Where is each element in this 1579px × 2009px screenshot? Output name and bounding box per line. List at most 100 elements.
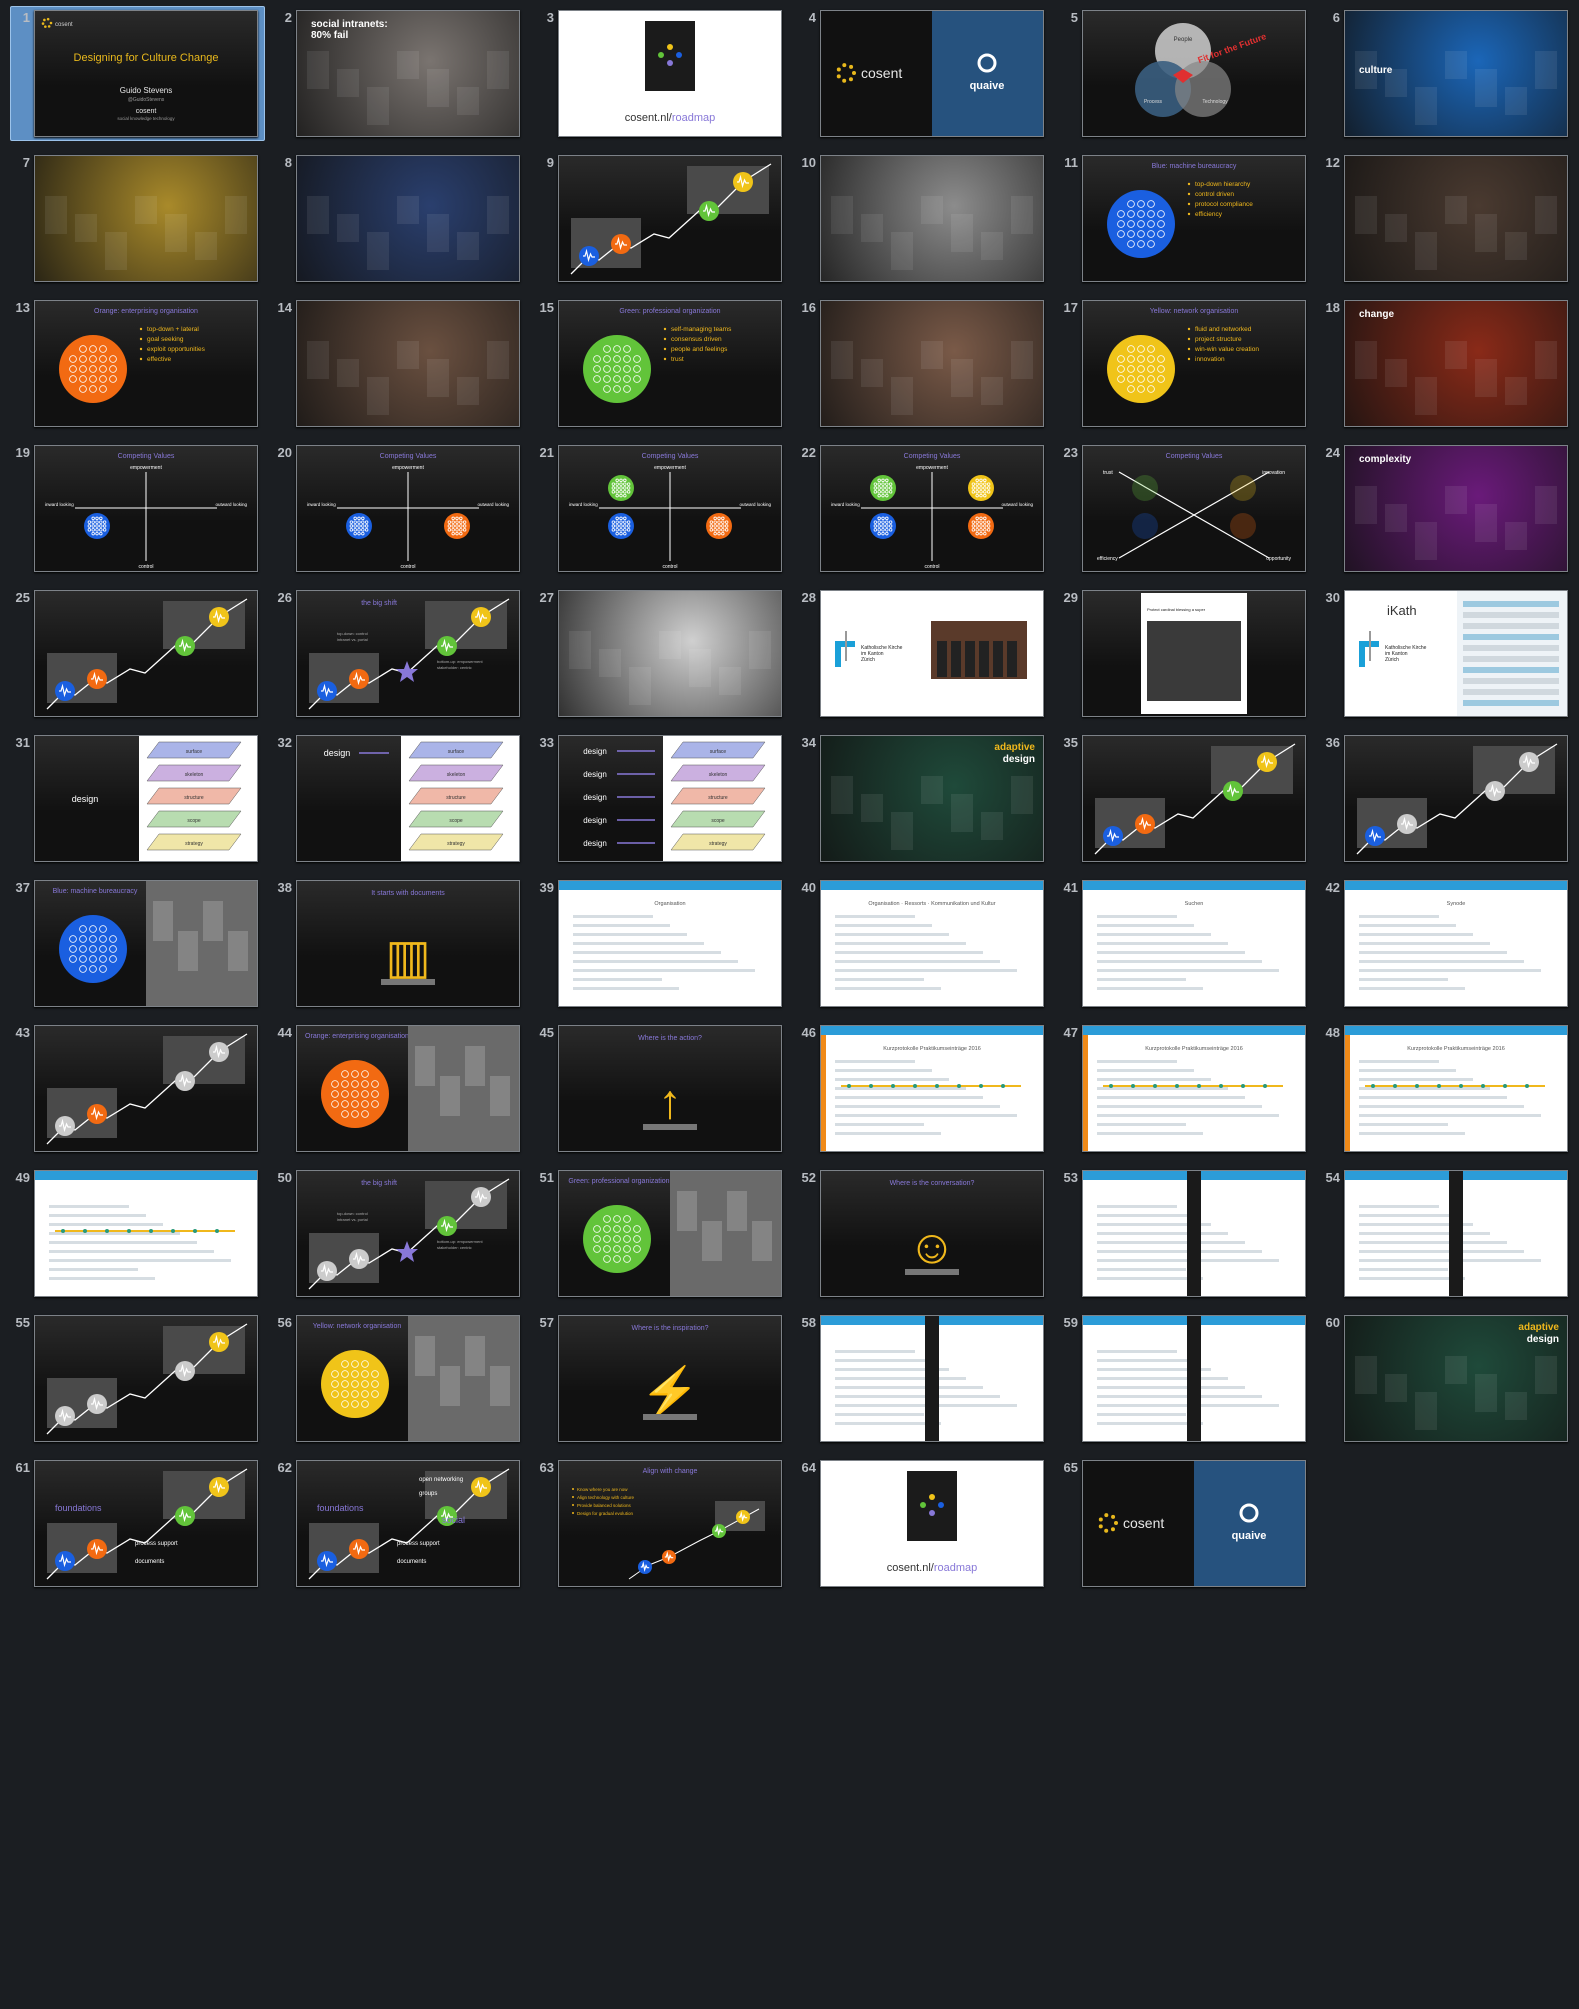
slide-thumbnail[interactable]: 11 Blue: machine bureaucracy top-down hier… (1048, 145, 1310, 290)
slide-thumbnail[interactable]: 27 (524, 580, 786, 725)
slide-preview[interactable]: Where is the action? ↑ (558, 1025, 782, 1152)
slide-thumbnail[interactable]: 16 (786, 290, 1048, 435)
slide-thumbnail[interactable]: 2 social intranets: 80% fail (262, 0, 524, 145)
slide-preview[interactable]: Orange: enterprising organisation top-dow… (34, 300, 258, 427)
slide-thumbnail[interactable]: 55 (0, 1305, 262, 1450)
slide-thumbnail[interactable]: 8 (262, 145, 524, 290)
slide-preview[interactable]: It starts with documents ▥ (296, 880, 520, 1007)
slide-preview[interactable]: surface skeleton structure scope strategy des… (296, 735, 520, 862)
slide-thumbnail[interactable]: 9 (524, 145, 786, 290)
slide-preview[interactable]: complexity (1344, 445, 1568, 572)
slide-preview[interactable] (34, 590, 258, 717)
slide-preview[interactable] (1344, 1170, 1568, 1297)
slide-thumbnail[interactable]: 41 Suchen (1048, 870, 1310, 1015)
slide-thumbnail[interactable]: 33 surface skeleton structure scope strategy d… (524, 725, 786, 870)
slide-preview[interactable] (1344, 735, 1568, 862)
slide-thumbnail[interactable]: 46 Kurzprotokolle Praktikumseinträge 2016 (786, 1015, 1048, 1160)
slide-preview[interactable] (1082, 735, 1306, 862)
slide-thumbnail[interactable]: 40 Organisation · Ressorts · Kommunikatio… (786, 870, 1048, 1015)
slide-thumbnail[interactable]: 26 the big shift top-down: control intranet… (262, 580, 524, 725)
slide-preview[interactable]: Yellow: network organisation fluid and ne… (1082, 300, 1306, 427)
slide-preview[interactable] (34, 155, 258, 282)
slide-preview[interactable]: Where is the conversation? ☺ (820, 1170, 1044, 1297)
slide-thumbnail[interactable]: 25 (0, 580, 262, 725)
slide-thumbnail[interactable]: 19 Competing Values empowerment control inwa… (0, 435, 262, 580)
slide-preview[interactable] (1082, 1170, 1306, 1297)
slide-thumbnail[interactable]: 63 Align with change Know where you are no… (524, 1450, 786, 1595)
slide-thumbnail[interactable]: 28 Katholische Kirche im Kanton Zürich (786, 580, 1048, 725)
slide-thumbnail[interactable]: 29 Protect cardinal blessing a super (1048, 580, 1310, 725)
slide-preview[interactable]: social intranets: 80% fail (296, 10, 520, 137)
slide-preview[interactable]: Protect cardinal blessing a super (1082, 590, 1306, 717)
slide-preview[interactable] (820, 300, 1044, 427)
slide-thumbnail[interactable]: 42 Synode (1310, 870, 1572, 1015)
slide-preview[interactable] (34, 1170, 258, 1297)
slide-thumbnail[interactable]: 48 Kurzprotokolle Praktikumseinträge 2016 (1310, 1015, 1572, 1160)
slide-preview[interactable]: Kurzprotokolle Praktikumseinträge 2016 (1082, 1025, 1306, 1152)
slide-thumbnail[interactable]: 7 (0, 145, 262, 290)
slide-preview[interactable]: change (1344, 300, 1568, 427)
slide-preview[interactable]: Competing Values empowerment control inward… (558, 445, 782, 572)
slide-thumbnail[interactable]: 39 Organisation (524, 870, 786, 1015)
slide-thumbnail[interactable]: 54 (1310, 1160, 1572, 1305)
slide-thumbnail[interactable]: 23 Competing Values trust innovation efficie… (1048, 435, 1310, 580)
slide-preview[interactable]: Katholische Kirche im Kanton Zürich iKath (1344, 590, 1568, 717)
slide-preview[interactable]: Competing Values empowerment control inward… (820, 445, 1044, 572)
slide-thumbnail[interactable]: 57 Where is the inspiration? ⚡ (524, 1305, 786, 1450)
slide-preview[interactable]: Green: professional organization self-man… (558, 300, 782, 427)
slide-thumbnail[interactable]: 36 (1310, 725, 1572, 870)
slide-thumbnail[interactable]: 18 change (1310, 290, 1572, 435)
slide-preview[interactable] (34, 1315, 258, 1442)
slide-preview[interactable]: Where is the inspiration? ⚡ (558, 1315, 782, 1442)
slide-thumbnail[interactable]: 1 cosent Designing for Culture Change Guido… (0, 0, 265, 145)
slide-preview[interactable]: Blue: machine bureaucracy (34, 880, 258, 1007)
slide-thumbnail[interactable]: 65 cosent quaive (1048, 1450, 1310, 1595)
slide-preview[interactable]: Kurzprotokolle Praktikumseinträge 2016 (820, 1025, 1044, 1152)
slide-thumbnail[interactable]: 21 Competing Values empowerment control inwa… (524, 435, 786, 580)
slide-preview[interactable] (558, 590, 782, 717)
slide-thumbnail[interactable]: 30 Katholische Kirche im Kanton Zürich iKath (1310, 580, 1572, 725)
slide-thumbnail[interactable]: 4 cosent quaive (786, 0, 1048, 145)
slide-preview[interactable]: Organisation (558, 880, 782, 1007)
slide-preview[interactable]: the big shift top-down: control intranet v… (296, 590, 520, 717)
slide-preview[interactable]: Yellow: network organisation (296, 1315, 520, 1442)
slide-thumbnail[interactable]: 37 Blue: machine bureaucracy (0, 870, 262, 1015)
slide-thumbnail[interactable]: 15 Green: professional organization self-m… (524, 290, 786, 435)
slide-preview[interactable]: cosent quaive (1082, 1460, 1306, 1587)
slide-thumbnail[interactable]: 22 Competing Values empowerment control inwa… (786, 435, 1048, 580)
slide-thumbnail[interactable]: 44 Orange: enterprising organisation (262, 1015, 524, 1160)
slide-preview[interactable]: Orange: enterprising organisation (296, 1025, 520, 1152)
slide-preview[interactable]: Competing Values empowerment control inward… (296, 445, 520, 572)
slide-preview[interactable]: foundations process support documents open … (296, 1460, 520, 1587)
slide-thumbnail[interactable]: 64 cosent.nl/roadmap (786, 1450, 1048, 1595)
slide-thumbnail[interactable]: 56 Yellow: network organisation (262, 1305, 524, 1450)
slide-thumbnail[interactable]: 45 Where is the action? ↑ (524, 1015, 786, 1160)
slide-thumbnail[interactable]: 43 (0, 1015, 262, 1160)
slide-preview[interactable]: Kurzprotokolle Praktikumseinträge 2016 (1344, 1025, 1568, 1152)
slide-thumbnail[interactable]: 3 cosent.nl/roadmap (524, 0, 786, 145)
slide-thumbnail[interactable]: 6 culture (1310, 0, 1572, 145)
slide-preview[interactable] (820, 1315, 1044, 1442)
slide-thumbnail[interactable]: 20 Competing Values empowerment control inwa… (262, 435, 524, 580)
slide-thumbnail[interactable]: 38 It starts with documents ▥ (262, 870, 524, 1015)
slide-preview[interactable]: Synode (1344, 880, 1568, 1007)
slide-thumbnail[interactable]: 5 People Process Technology Fit for the Futu… (1048, 0, 1310, 145)
slide-preview[interactable]: cosent.nl/roadmap (558, 10, 782, 137)
slide-preview[interactable]: the big shift top-down: control intranet v… (296, 1170, 520, 1297)
slide-thumbnail[interactable]: 47 Kurzprotokolle Praktikumseinträge 2016 (1048, 1015, 1310, 1160)
slide-thumbnail[interactable]: 59 (1048, 1305, 1310, 1450)
slide-preview[interactable]: Align with change Know where you are now A… (558, 1460, 782, 1587)
slide-preview[interactable] (558, 155, 782, 282)
slide-preview[interactable]: culture (1344, 10, 1568, 137)
slide-thumbnail[interactable]: 58 (786, 1305, 1048, 1450)
slide-preview[interactable] (296, 300, 520, 427)
slide-thumbnail[interactable]: 49 (0, 1160, 262, 1305)
slide-preview[interactable]: adaptive design (820, 735, 1044, 862)
slide-thumbnail[interactable]: 51 Green: professional organization (524, 1160, 786, 1305)
slide-preview[interactable] (1082, 1315, 1306, 1442)
slide-preview[interactable]: surface skeleton structure scope strategy des… (34, 735, 258, 862)
slide-thumbnail[interactable]: 24 complexity (1310, 435, 1572, 580)
slide-thumbnail[interactable]: 52 Where is the conversation? ☺ (786, 1160, 1048, 1305)
slide-preview[interactable] (34, 1025, 258, 1152)
slide-thumbnail[interactable]: 35 (1048, 725, 1310, 870)
